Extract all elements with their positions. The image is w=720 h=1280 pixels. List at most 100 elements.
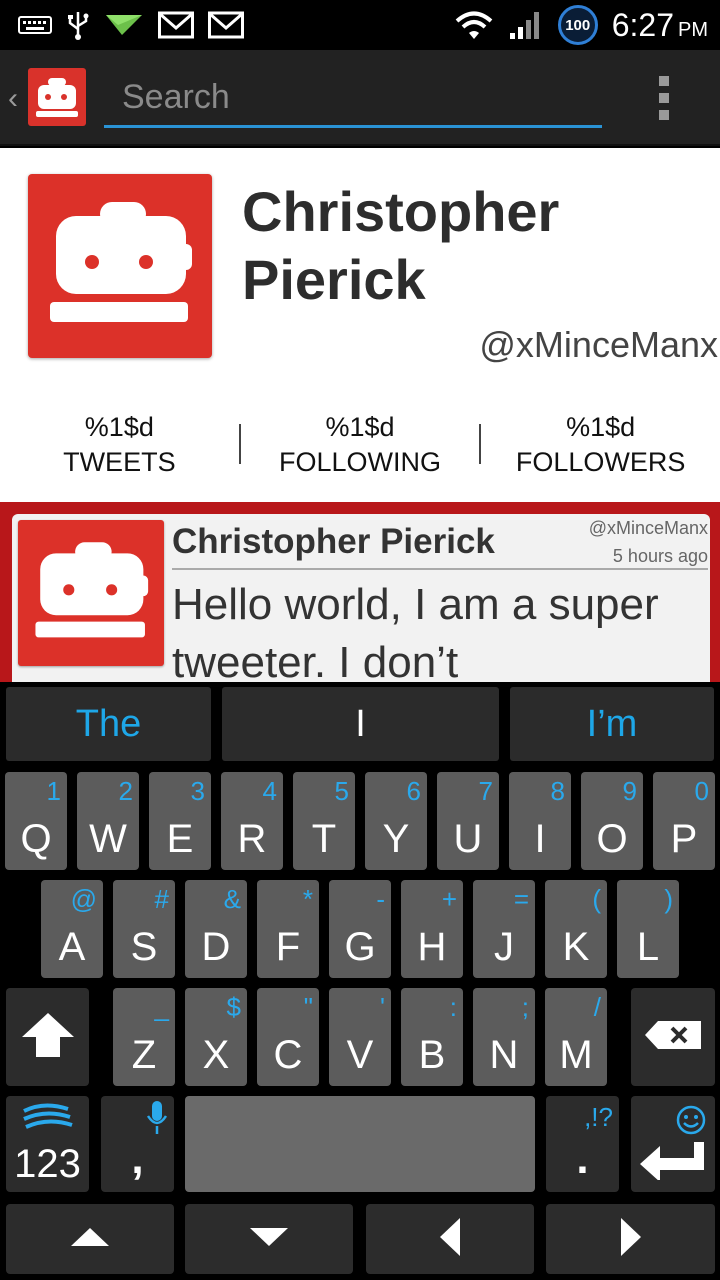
- app-logo-icon[interactable]: [28, 68, 86, 126]
- period-key[interactable]: ,!? .: [546, 1096, 619, 1192]
- key-label: T: [311, 817, 337, 861]
- key-alt-label: =: [513, 884, 529, 914]
- key-label: L: [636, 925, 660, 969]
- wifi-icon: [454, 9, 494, 41]
- key-u[interactable]: 7U: [437, 772, 499, 870]
- action-bar: ‹: [0, 50, 720, 146]
- overflow-menu-icon[interactable]: [652, 76, 676, 120]
- key-f[interactable]: * F: [257, 880, 319, 978]
- tweet-avatar[interactable]: [18, 520, 164, 666]
- key-alt-label: ": [303, 992, 313, 1022]
- stat-tweets[interactable]: %1$d TWEETS: [0, 410, 239, 480]
- back-chevron-icon[interactable]: ‹: [8, 82, 18, 116]
- stat-value: %1$d: [84, 412, 154, 442]
- cursor-down-key[interactable]: [185, 1204, 353, 1274]
- suggestion-3[interactable]: I’m: [510, 687, 714, 761]
- gmail-icon: [208, 11, 244, 39]
- swiftkey-logo-icon: [20, 1101, 76, 1142]
- key-i[interactable]: 8I: [509, 772, 571, 870]
- period-key-label: .: [576, 1134, 589, 1183]
- backspace-icon: [644, 1020, 702, 1055]
- key-alt-label: &: [223, 884, 241, 914]
- key-alt-label: *: [302, 884, 313, 914]
- key-t[interactable]: 5T: [293, 772, 355, 870]
- stat-label: FOLLOWERS: [515, 447, 686, 477]
- key-alt-label: ;: [521, 992, 529, 1022]
- comma-key-label: ,: [131, 1134, 144, 1183]
- key-s[interactable]: # S: [113, 880, 175, 978]
- key-label: Q: [20, 817, 52, 861]
- gmail-icon: [158, 11, 194, 39]
- key-n[interactable]: ; N: [473, 988, 535, 1086]
- system-icons: 100 6:27 PM: [454, 4, 708, 46]
- key-alt-label: 7: [478, 776, 493, 806]
- comma-key[interactable]: ,: [101, 1096, 174, 1192]
- key-label: K: [562, 925, 590, 969]
- search-input[interactable]: [104, 72, 602, 122]
- cursor-right-key[interactable]: [546, 1204, 715, 1274]
- key-alt-label: #: [154, 884, 169, 914]
- key-v[interactable]: ' V: [329, 988, 391, 1086]
- key-b[interactable]: :B: [401, 988, 463, 1086]
- backspace-key[interactable]: [631, 988, 715, 1086]
- key-k[interactable]: (K: [545, 880, 607, 978]
- key-h[interactable]: + H: [401, 880, 463, 978]
- key-label: J: [494, 925, 514, 969]
- numbers-key[interactable]: 123: [6, 1096, 89, 1192]
- caret-up-icon: [70, 1227, 110, 1252]
- tweet-timeline[interactable]: Christopher Pierick @xMinceManx 5 hours …: [0, 502, 720, 682]
- key-o[interactable]: 9O: [581, 772, 643, 870]
- key-c[interactable]: " C: [257, 988, 319, 1086]
- key-label: C: [273, 1033, 303, 1077]
- profile-name: Christopher Pierick: [242, 180, 560, 311]
- cursor-left-key[interactable]: [366, 1204, 534, 1274]
- key-x[interactable]: $ X: [185, 988, 247, 1086]
- stat-followers[interactable]: %1$d FOLLOWERS: [481, 410, 720, 480]
- key-e[interactable]: 3E: [149, 772, 211, 870]
- tweet-author-name: Christopher Pierick: [172, 522, 495, 561]
- tweet-card[interactable]: Christopher Pierick @xMinceManx 5 hours …: [12, 514, 710, 682]
- emoji-icon: [675, 1104, 707, 1141]
- suggestion-2[interactable]: I: [222, 687, 499, 761]
- key-label: A: [58, 925, 86, 969]
- key-y[interactable]: 6Y: [365, 772, 427, 870]
- stat-value: %1$d: [325, 412, 395, 442]
- key-alt-label: /: [593, 992, 601, 1022]
- key-z[interactable]: _ Z: [113, 988, 175, 1086]
- key-label: H: [417, 925, 447, 969]
- key-alt-label: 4: [262, 776, 277, 806]
- signal-icon: [508, 9, 544, 41]
- key-alt-label: 2: [118, 776, 133, 806]
- key-alt-label: 6: [406, 776, 421, 806]
- stat-label: FOLLOWING: [279, 447, 442, 477]
- search-field[interactable]: [104, 72, 602, 128]
- key-l[interactable]: ) L: [617, 880, 679, 978]
- key-label: E: [166, 817, 194, 861]
- key-label: N: [489, 1033, 519, 1077]
- key-q[interactable]: 1Q: [5, 772, 67, 870]
- microphone-icon: [146, 1100, 168, 1141]
- profile-header: Christopher Pierick @xMinceManx %1$d TWE…: [0, 148, 720, 502]
- key-r[interactable]: 4R: [221, 772, 283, 870]
- enter-key[interactable]: [631, 1096, 715, 1192]
- stat-label: TWEETS: [63, 447, 176, 477]
- key-m[interactable]: / M: [545, 988, 607, 1086]
- key-g[interactable]: -G: [329, 880, 391, 978]
- key-label: F: [275, 925, 301, 969]
- key-j[interactable]: = J: [473, 880, 535, 978]
- key-w[interactable]: 2W: [77, 772, 139, 870]
- stat-following[interactable]: %1$d FOLLOWING: [241, 410, 480, 480]
- tweet-author-handle: @xMinceManx: [588, 518, 708, 538]
- cursor-up-key[interactable]: [6, 1204, 174, 1274]
- key-p[interactable]: 0P: [653, 772, 715, 870]
- caret-right-icon: [620, 1217, 642, 1262]
- avatar[interactable]: [28, 174, 212, 358]
- key-a[interactable]: @ A: [41, 880, 103, 978]
- shift-key[interactable]: [6, 988, 89, 1086]
- space-key[interactable]: [185, 1096, 535, 1192]
- key-d[interactable]: & D: [185, 880, 247, 978]
- key-alt-label: 3: [190, 776, 205, 806]
- suggestion-1[interactable]: The: [6, 687, 211, 761]
- profile-stats: %1$d TWEETS %1$d FOLLOWING %1$d FOLLOWER…: [0, 410, 720, 480]
- key-label: D: [201, 925, 231, 969]
